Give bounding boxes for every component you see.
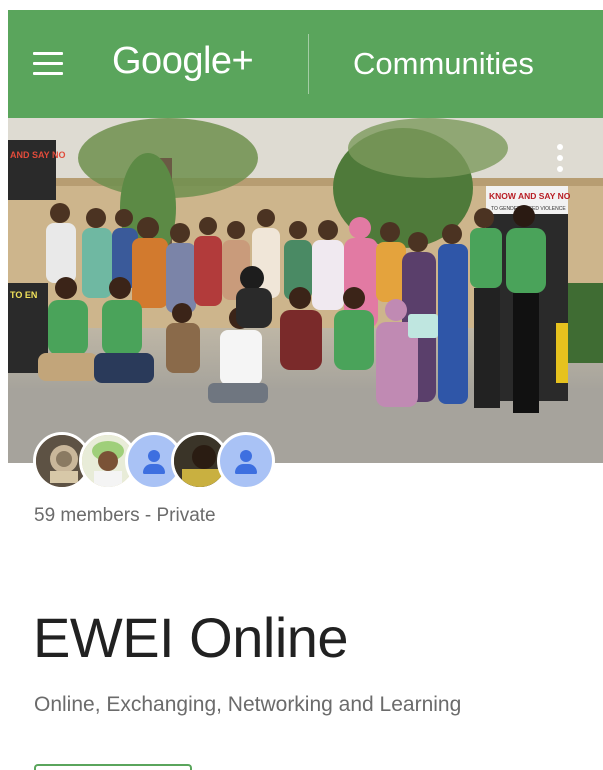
members-count[interactable]: 59 members - Private xyxy=(34,505,216,527)
person-icon xyxy=(148,450,160,462)
community-page: Google+ Communities AND SAY NO TO EN KNO… xyxy=(0,0,603,770)
banner-left-text: AND SAY NO xyxy=(10,150,66,160)
app-bar: Google+ Communities xyxy=(8,10,603,118)
community-tagline: Online, Exchanging, Networking and Learn… xyxy=(34,693,462,716)
google-plus-logo[interactable]: Google+ xyxy=(112,40,254,90)
banner-left-lower-text: TO EN xyxy=(10,290,37,300)
more-vert-icon[interactable] xyxy=(553,144,567,174)
cover-photo: AND SAY NO TO EN KNOW AND SAY NO TO GEND… xyxy=(8,118,603,463)
app-bar-divider xyxy=(308,34,309,94)
community-name: EWEI Online xyxy=(33,606,349,669)
member-avatars[interactable] xyxy=(33,432,275,490)
person-icon xyxy=(240,450,252,462)
join-button[interactable] xyxy=(34,764,192,770)
section-title[interactable]: Communities xyxy=(353,46,534,82)
banner-right-title: KNOW AND SAY NO xyxy=(489,191,571,201)
cover-photo-illustration: AND SAY NO TO EN KNOW AND SAY NO TO GEND… xyxy=(8,118,603,463)
menu-icon[interactable] xyxy=(30,50,66,78)
member-avatar-placeholder[interactable] xyxy=(217,432,275,490)
